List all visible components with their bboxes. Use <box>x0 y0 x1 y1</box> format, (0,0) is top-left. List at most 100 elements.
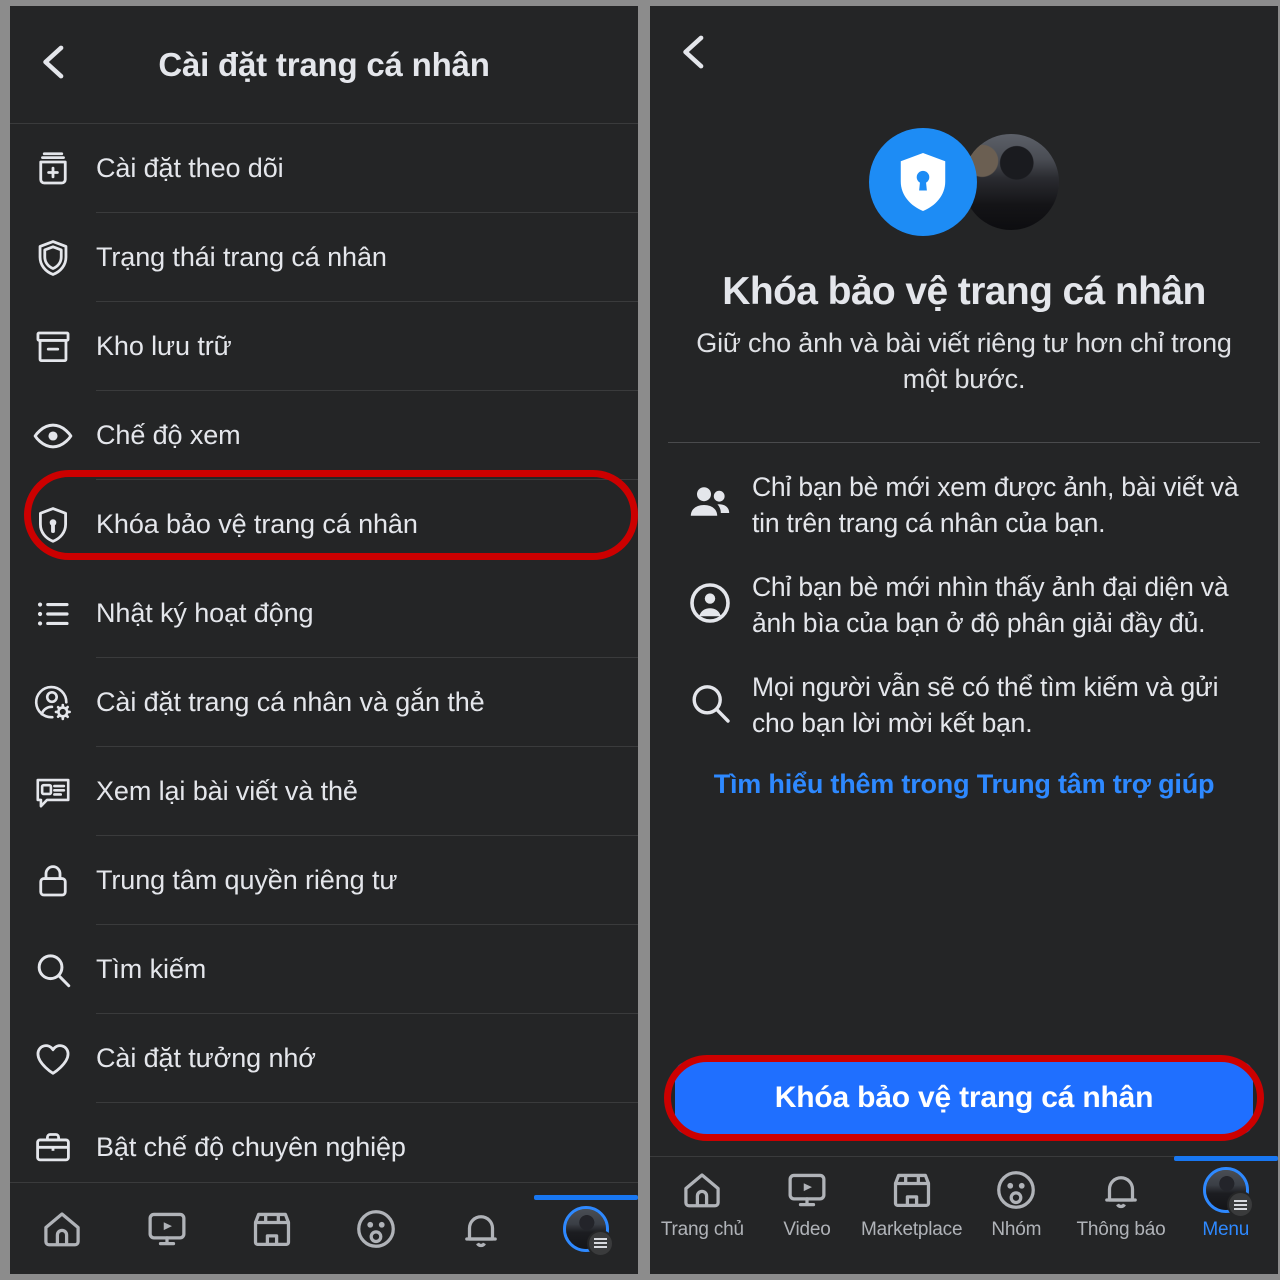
nav-item-notifications[interactable] <box>429 1206 534 1252</box>
heart-icon <box>10 1038 96 1080</box>
nav-item-video[interactable]: Video <box>755 1167 860 1241</box>
friends-icon <box>668 469 752 527</box>
nav-label: Video <box>783 1219 831 1240</box>
menu-item-label: Cài đặt trang cá nhân và gắn thẻ <box>96 687 485 717</box>
video-icon <box>144 1206 190 1252</box>
feature-item-search-friend: Mọi người vẫn sẽ có thể tìm kiếm và gửi … <box>650 669 1278 741</box>
menu-item-search[interactable]: Tìm kiếm <box>10 925 638 1014</box>
home-icon <box>679 1167 725 1213</box>
hamburger-badge-icon <box>1226 1191 1254 1218</box>
menu-avatar-icon <box>562 1205 614 1257</box>
nav-item-marketplace[interactable]: Marketplace <box>859 1167 964 1241</box>
profile-tag-settings-icon <box>10 682 96 724</box>
nav-item-home[interactable] <box>10 1206 115 1252</box>
menu-item-profile-lock[interactable]: Khóa bảo vệ trang cá nhân <box>10 480 638 569</box>
screenshot-stage: Cài đặt trang cá nhân Cài đặt theo dõi T… <box>0 0 1280 1280</box>
menu-item-review-posts[interactable]: Xem lại bài viết và thẻ <box>10 747 638 836</box>
chevron-left-icon <box>677 32 711 77</box>
activity-log-icon <box>10 593 96 635</box>
menu-item-label: Khóa bảo vệ trang cá nhân <box>96 509 418 539</box>
nav-label: Trang chủ <box>660 1219 744 1240</box>
menu-item-label: Chế độ xem <box>96 420 241 450</box>
lock-icon <box>10 860 96 902</box>
right-panel-header <box>650 6 1278 102</box>
menu-item-follow-settings[interactable]: Cài đặt theo dõi <box>10 124 638 213</box>
menu-item-archive[interactable]: Kho lưu trữ <box>10 302 638 391</box>
nav-item-notifications[interactable]: Thông báo <box>1069 1167 1174 1241</box>
menu-item-privacy-center[interactable]: Trung tâm quyền riêng tư <box>10 836 638 925</box>
feature-title: Khóa bảo vệ trang cá nhân <box>722 270 1206 313</box>
lock-profile-button[interactable]: Khóa bảo vệ trang cá nhân <box>675 1062 1253 1134</box>
feature-text: Chỉ bạn bè mới nhìn thấy ảnh đại diện và… <box>752 571 1229 638</box>
search-icon <box>10 949 96 991</box>
nav-item-groups[interactable]: Nhóm <box>964 1167 1069 1241</box>
nav-label: Menu <box>1202 1219 1250 1240</box>
review-posts-icon <box>10 771 96 813</box>
back-button-left[interactable] <box>24 35 84 95</box>
bell-icon <box>1098 1167 1144 1213</box>
active-tab-indicator <box>1173 1156 1278 1161</box>
profile-lock-shield-icon <box>869 128 977 236</box>
hero-graphic <box>650 120 1278 244</box>
user-avatar <box>963 134 1059 230</box>
right-phone-panel: Khóa bảo vệ trang cá nhân Giữ cho ảnh và… <box>650 6 1278 1274</box>
feature-subtitle: Giữ cho ảnh và bài viết riêng tư hơn chỉ… <box>696 328 1232 394</box>
groups-icon <box>353 1206 399 1252</box>
bottom-nav-left <box>10 1182 638 1274</box>
chevron-left-icon <box>37 42 71 87</box>
menu-item-label: Tìm kiếm <box>96 954 207 984</box>
marketplace-icon <box>249 1206 295 1252</box>
nav-label: Thông báo <box>1076 1219 1166 1240</box>
left-panel-header: Cài đặt trang cá nhân <box>10 6 638 124</box>
home-icon <box>39 1206 85 1252</box>
back-button-right[interactable] <box>664 24 724 84</box>
menu-item-profile-tagging[interactable]: Cài đặt trang cá nhân và gắn thẻ <box>10 658 638 747</box>
menu-item-label: Trung tâm quyền riêng tư <box>96 865 398 895</box>
menu-item-label: Cài đặt theo dõi <box>96 153 284 183</box>
menu-item-label: Nhật ký hoạt động <box>96 598 314 628</box>
feature-item-friends-only: Chỉ bạn bè mới xem được ảnh, bài viết và… <box>650 469 1278 541</box>
nav-label: Nhóm <box>991 1219 1042 1240</box>
bottom-nav-right: Trang chủ Video Marketplace Nhóm Thông b… <box>650 1156 1278 1274</box>
nav-item-marketplace[interactable] <box>219 1206 324 1252</box>
menu-avatar-icon <box>1202 1167 1254 1218</box>
profile-lock-icon <box>10 504 96 546</box>
help-center-link[interactable]: Tìm hiểu thêm trong Trung tâm trợ giúp <box>650 769 1278 800</box>
archive-icon <box>10 326 96 368</box>
feature-text: Chỉ bạn bè mới xem được ảnh, bài viết và… <box>752 471 1239 538</box>
page-title: Cài đặt trang cá nhân <box>158 45 490 83</box>
groups-icon <box>993 1167 1039 1213</box>
active-tab-indicator <box>533 1194 638 1200</box>
nav-item-menu[interactable]: Menu <box>1173 1156 1278 1241</box>
menu-item-label: Cài đặt tưởng nhớ <box>96 1043 316 1073</box>
nav-item-groups[interactable] <box>324 1206 429 1252</box>
briefcase-icon <box>10 1127 96 1169</box>
menu-item-memorialization[interactable]: Cài đặt tưởng nhớ <box>10 1014 638 1103</box>
marketplace-icon <box>889 1167 935 1213</box>
feature-benefits-list: Chỉ bạn bè mới xem được ảnh, bài viết và… <box>650 469 1278 800</box>
menu-item-label: Xem lại bài viết và thẻ <box>96 776 358 806</box>
account-circle-icon <box>668 569 752 627</box>
cta-container: Khóa bảo vệ trang cá nhân <box>650 1062 1278 1134</box>
follow-settings-icon <box>10 148 96 190</box>
nav-label: Marketplace <box>861 1219 963 1240</box>
search-icon <box>668 669 752 727</box>
video-icon <box>784 1167 830 1213</box>
menu-item-activity-log[interactable]: Nhật ký hoạt động <box>10 569 638 658</box>
left-phone-panel: Cài đặt trang cá nhân Cài đặt theo dõi T… <box>10 6 638 1274</box>
menu-item-profile-status[interactable]: Trạng thái trang cá nhân <box>10 213 638 302</box>
section-divider <box>668 441 1260 443</box>
nav-item-home[interactable]: Trang chủ <box>650 1167 755 1241</box>
menu-item-label: Trạng thái trang cá nhân <box>96 242 387 272</box>
menu-item-professional-mode[interactable]: Bật chế độ chuyên nghiệp <box>10 1103 638 1192</box>
shield-icon <box>10 237 96 279</box>
menu-item-view-as[interactable]: Chế độ xem <box>10 391 638 480</box>
settings-menu-list: Cài đặt theo dõi Trạng thái trang cá nhâ… <box>10 124 638 1238</box>
eye-icon <box>10 415 96 457</box>
menu-item-label: Kho lưu trữ <box>96 331 232 361</box>
nav-item-video[interactable] <box>115 1206 220 1252</box>
feature-text: Mọi người vẫn sẽ có thể tìm kiếm và gửi … <box>752 671 1219 738</box>
bell-icon <box>458 1206 504 1252</box>
nav-item-menu[interactable] <box>533 1194 638 1257</box>
feature-item-profile-photo: Chỉ bạn bè mới nhìn thấy ảnh đại diện và… <box>650 569 1278 641</box>
